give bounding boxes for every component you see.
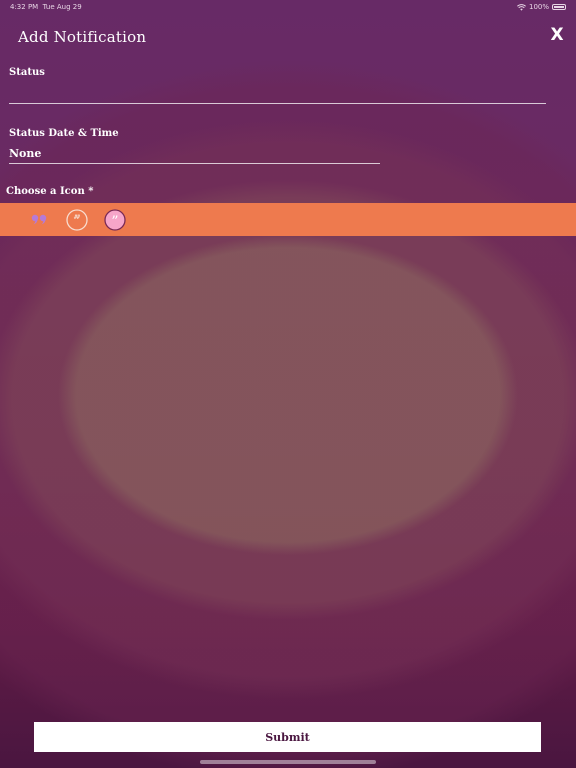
status-bar: 4:32 PM Tue Aug 29 100% [0,0,576,14]
wifi-icon [517,3,526,11]
battery-icon [552,4,566,10]
status-datetime-label: Status Date & Time [9,128,119,139]
quote-purple-icon[interactable] [28,209,50,231]
quote-circle-pink-icon[interactable]: ” [104,209,126,231]
page-title: Add Notification [18,28,147,46]
status-datetime-field[interactable]: None [9,147,380,164]
status-label: Status [9,67,45,78]
icon-picker-bar: ” ” [0,203,576,236]
status-input[interactable] [9,84,546,104]
submit-button[interactable]: Submit [34,722,541,752]
status-indicators: 100% [517,3,566,11]
home-indicator [200,760,376,764]
quote-circle-outline-icon[interactable]: ” [66,209,88,231]
status-datetime-value: None [9,147,42,160]
close-button[interactable]: X [546,24,568,46]
svg-text:”: ” [111,214,118,230]
choose-icon-label: Choose a Icon * [6,186,94,197]
background [0,0,576,768]
svg-text:”: ” [73,214,80,230]
status-time: 4:32 PM Tue Aug 29 [10,3,82,11]
battery-percent: 100% [528,3,549,11]
